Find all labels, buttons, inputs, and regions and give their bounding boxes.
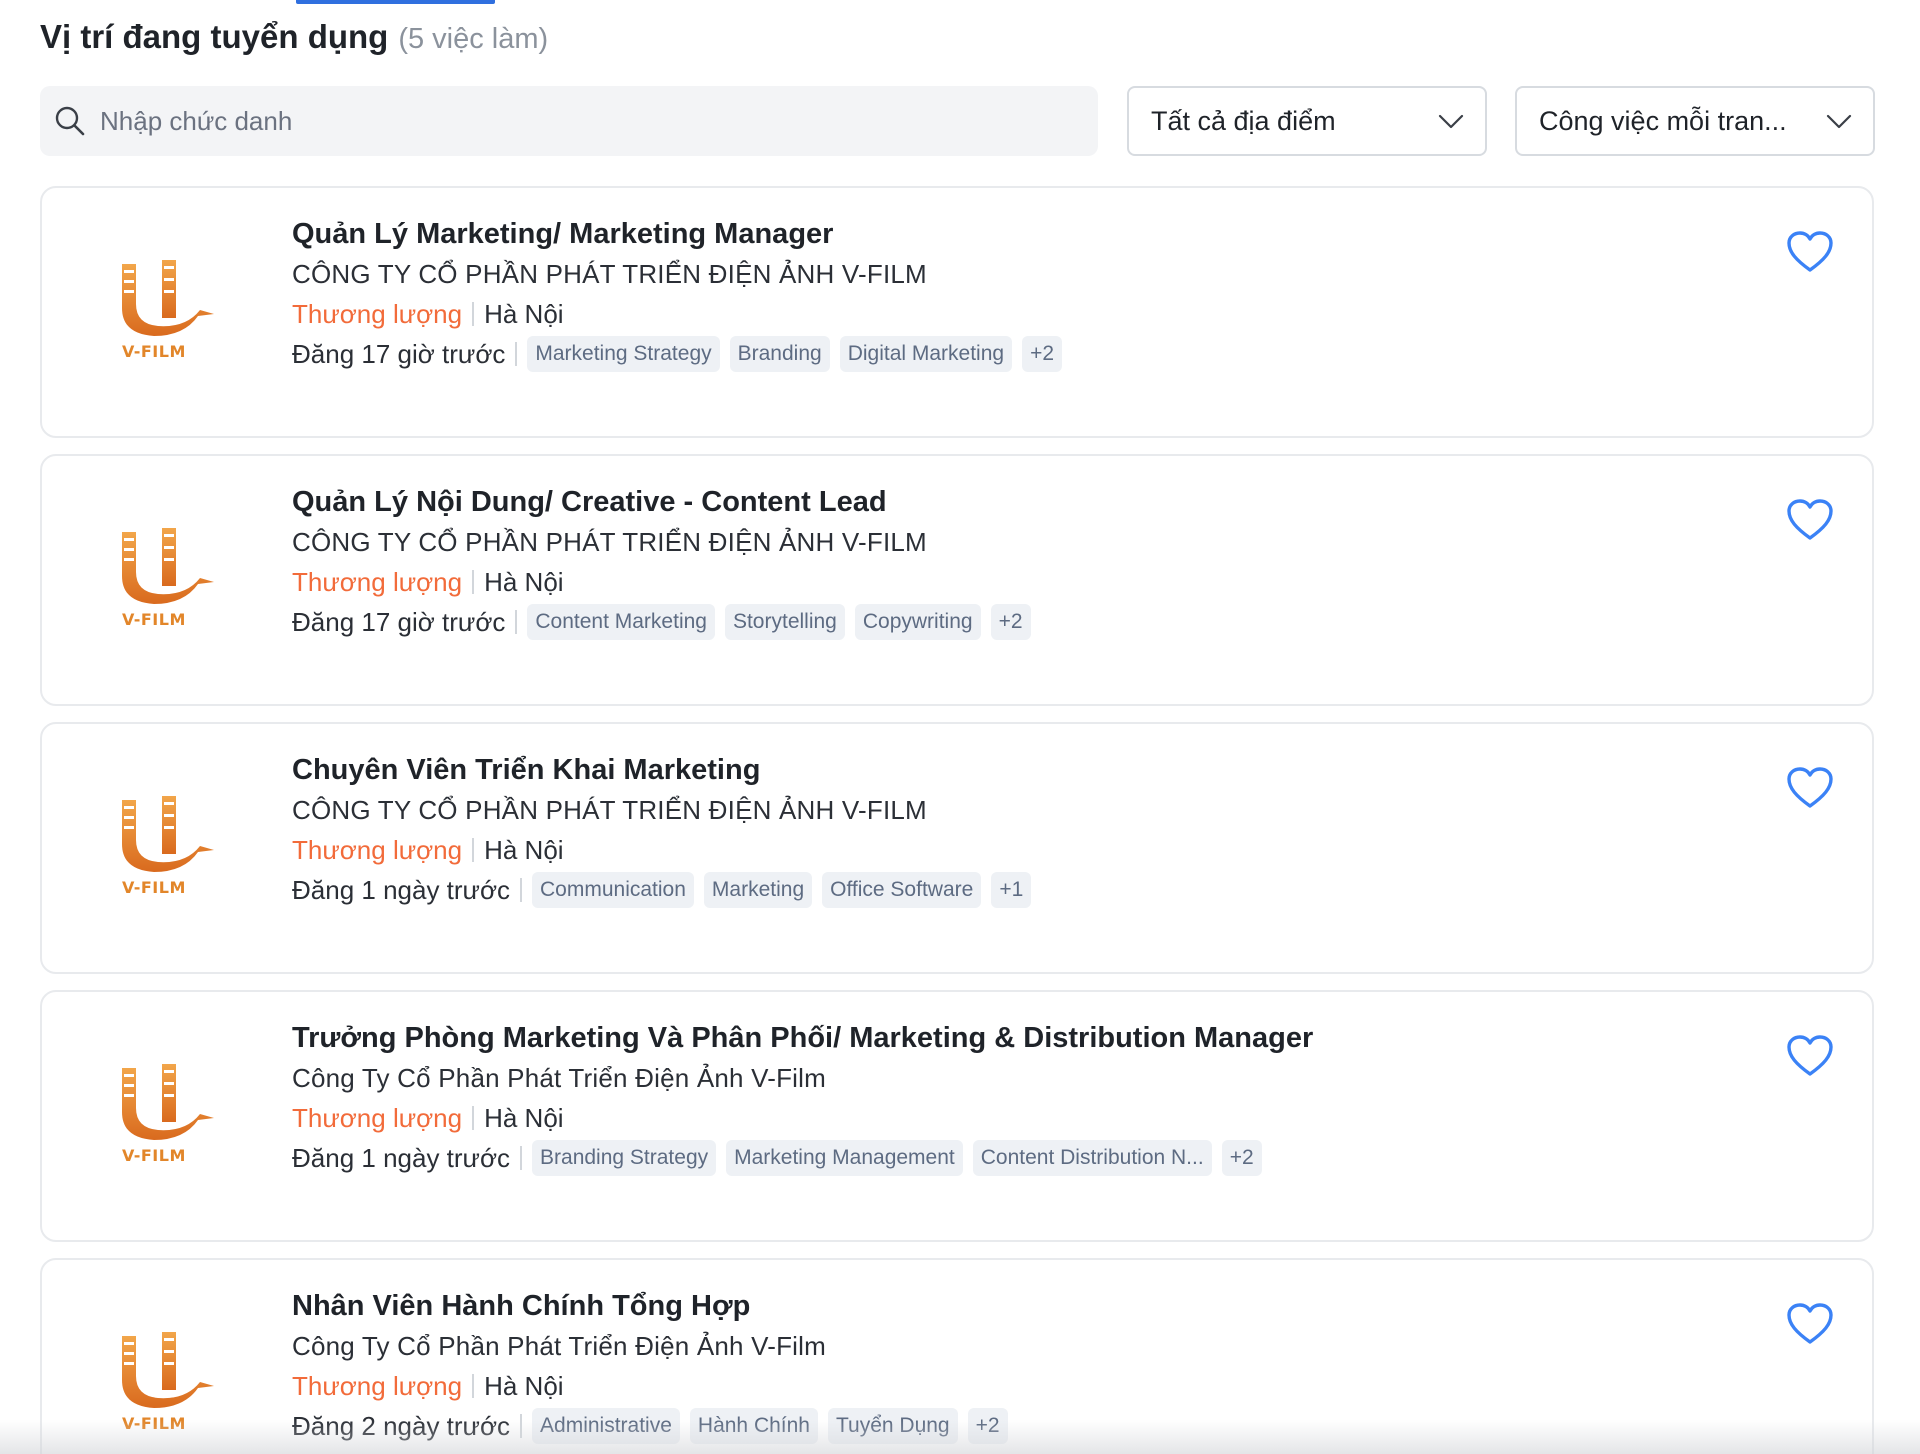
salary: Thương lượng bbox=[292, 1102, 463, 1133]
job-title-link[interactable]: Quản Lý Marketing/ Marketing Manager bbox=[292, 214, 1752, 254]
heart-icon[interactable] bbox=[1786, 230, 1834, 274]
divider bbox=[472, 1106, 475, 1130]
divider bbox=[472, 838, 475, 862]
posted-time: Đăng 1 ngày trước bbox=[292, 874, 511, 905]
logo-text: V-FILM bbox=[122, 1146, 186, 1165]
job-card[interactable]: V-FILM Trưởng Phòng Marketing Và Phân Ph… bbox=[40, 990, 1874, 1242]
company-name[interactable]: CÔNG TY CỔ PHẦN PHÁT TRIỂN ĐIỆN ẢNH V-FI… bbox=[292, 790, 1752, 830]
chevron-down-icon bbox=[1437, 107, 1465, 135]
skill-tags: Branding Strategy Marketing Management C… bbox=[532, 1140, 1262, 1176]
job-card[interactable]: V-FILM Quản Lý Marketing/ Marketing Mana… bbox=[40, 186, 1874, 438]
company-name[interactable]: CÔNG TY CỔ PHẦN PHÁT TRIỂN ĐIỆN ẢNH V-FI… bbox=[292, 254, 1752, 294]
divider bbox=[520, 1146, 523, 1170]
job-type-dropdown-value: Công việc mỗi tran... bbox=[1539, 105, 1787, 136]
divider bbox=[520, 878, 523, 902]
divider bbox=[515, 610, 518, 634]
job-count: (5 việc làm) bbox=[398, 23, 549, 55]
company-logo: V-FILM bbox=[114, 792, 218, 908]
more-tags-badge[interactable]: +1 bbox=[991, 872, 1032, 908]
salary: Thương lượng bbox=[292, 1370, 463, 1401]
posted-time: Đăng 17 giờ trước bbox=[292, 338, 506, 369]
search-icon bbox=[54, 105, 86, 137]
company-name[interactable]: Công Ty Cổ Phần Phát Triển Điện Ảnh V-Fi… bbox=[292, 1058, 1752, 1098]
skill-tag: Storytelling bbox=[724, 604, 845, 640]
location: Hà Nội bbox=[484, 1370, 564, 1401]
divider bbox=[472, 1374, 475, 1398]
company-logo: V-FILM bbox=[114, 256, 218, 372]
more-tags-badge[interactable]: +2 bbox=[1221, 1140, 1262, 1176]
location-dropdown-value: Tất cả địa điểm bbox=[1151, 105, 1336, 136]
company-name[interactable]: CÔNG TY CỔ PHẦN PHÁT TRIỂN ĐIỆN ẢNH V-FI… bbox=[292, 522, 1752, 562]
salary: Thương lượng bbox=[292, 566, 463, 597]
location: Hà Nội bbox=[484, 1102, 564, 1133]
job-title-link[interactable]: Nhân Viên Hành Chính Tổng Hợp bbox=[292, 1286, 1752, 1326]
salary: Thương lượng bbox=[292, 834, 463, 865]
skill-tags: Communication Marketing Office Software … bbox=[532, 872, 1032, 908]
skill-tag: Marketing Strategy bbox=[527, 336, 720, 372]
chevron-down-icon bbox=[1825, 107, 1853, 135]
skill-tags: Content Marketing Storytelling Copywriti… bbox=[527, 604, 1031, 640]
salary: Thương lượng bbox=[292, 298, 463, 329]
page-title: Vị trí đang tuyển dụng bbox=[40, 18, 389, 55]
skill-tags: Marketing Strategy Branding Digital Mark… bbox=[527, 336, 1063, 372]
more-tags-badge[interactable]: +2 bbox=[1022, 336, 1063, 372]
job-listing-page: Vị trí đang tuyển dụng (5 việc làm) Tất … bbox=[0, 0, 1920, 1454]
heart-icon[interactable] bbox=[1786, 1034, 1834, 1078]
search-box[interactable] bbox=[40, 86, 1098, 156]
skill-tag: Marketing Management bbox=[726, 1140, 963, 1176]
active-tab-indicator bbox=[296, 0, 495, 4]
skill-tag: Content Distribution N... bbox=[972, 1140, 1212, 1176]
skill-tag: Branding Strategy bbox=[532, 1140, 717, 1176]
job-title-link[interactable]: Chuyên Viên Triển Khai Marketing bbox=[292, 750, 1752, 790]
location: Hà Nội bbox=[484, 298, 564, 329]
job-type-dropdown[interactable]: Công việc mỗi tran... bbox=[1515, 86, 1875, 156]
location: Hà Nội bbox=[484, 834, 564, 865]
divider bbox=[515, 342, 518, 366]
skill-tag: Communication bbox=[532, 872, 694, 908]
company-logo: V-FILM bbox=[114, 1060, 218, 1176]
more-tags-badge[interactable]: +2 bbox=[990, 604, 1031, 640]
skill-tag: Office Software bbox=[822, 872, 982, 908]
skill-tag: Marketing bbox=[703, 872, 813, 908]
skill-tag: Branding bbox=[729, 336, 830, 372]
divider bbox=[472, 302, 475, 326]
company-name[interactable]: Công Ty Cổ Phần Phát Triển Điện Ảnh V-Fi… bbox=[292, 1326, 1752, 1366]
posted-time: Đăng 17 giờ trước bbox=[292, 606, 506, 637]
company-logo: V-FILM bbox=[114, 524, 218, 640]
logo-text: V-FILM bbox=[122, 610, 186, 629]
skill-tag: Copywriting bbox=[854, 604, 981, 640]
logo-text: V-FILM bbox=[122, 878, 186, 897]
skill-tag: Digital Marketing bbox=[839, 336, 1013, 372]
location-dropdown[interactable]: Tất cả địa điểm bbox=[1127, 86, 1487, 156]
posted-time: Đăng 1 ngày trước bbox=[292, 1142, 511, 1173]
job-card[interactable]: V-FILM Quản Lý Nội Dung/ Creative - Cont… bbox=[40, 454, 1874, 706]
skill-tag: Content Marketing bbox=[527, 604, 715, 640]
heart-icon[interactable] bbox=[1786, 498, 1834, 542]
logo-text: V-FILM bbox=[122, 342, 186, 361]
filter-bar: Tất cả địa điểm Công việc mỗi tran... bbox=[40, 86, 1875, 156]
job-title-search-input[interactable] bbox=[100, 105, 1060, 137]
job-card[interactable]: V-FILM Chuyên Viên Triển Khai Marketing … bbox=[40, 722, 1874, 974]
heart-icon[interactable] bbox=[1786, 766, 1834, 810]
divider bbox=[472, 570, 475, 594]
scroll-fade bbox=[0, 1420, 1920, 1454]
job-title-link[interactable]: Trưởng Phòng Marketing Và Phân Phối/ Mar… bbox=[292, 1018, 1752, 1058]
heart-icon[interactable] bbox=[1786, 1302, 1834, 1346]
job-list: V-FILM Quản Lý Marketing/ Marketing Mana… bbox=[40, 186, 1874, 1454]
location: Hà Nội bbox=[484, 566, 564, 597]
section-header: Vị trí đang tuyển dụng (5 việc làm) bbox=[40, 18, 548, 58]
job-title-link[interactable]: Quản Lý Nội Dung/ Creative - Content Lea… bbox=[292, 482, 1752, 522]
